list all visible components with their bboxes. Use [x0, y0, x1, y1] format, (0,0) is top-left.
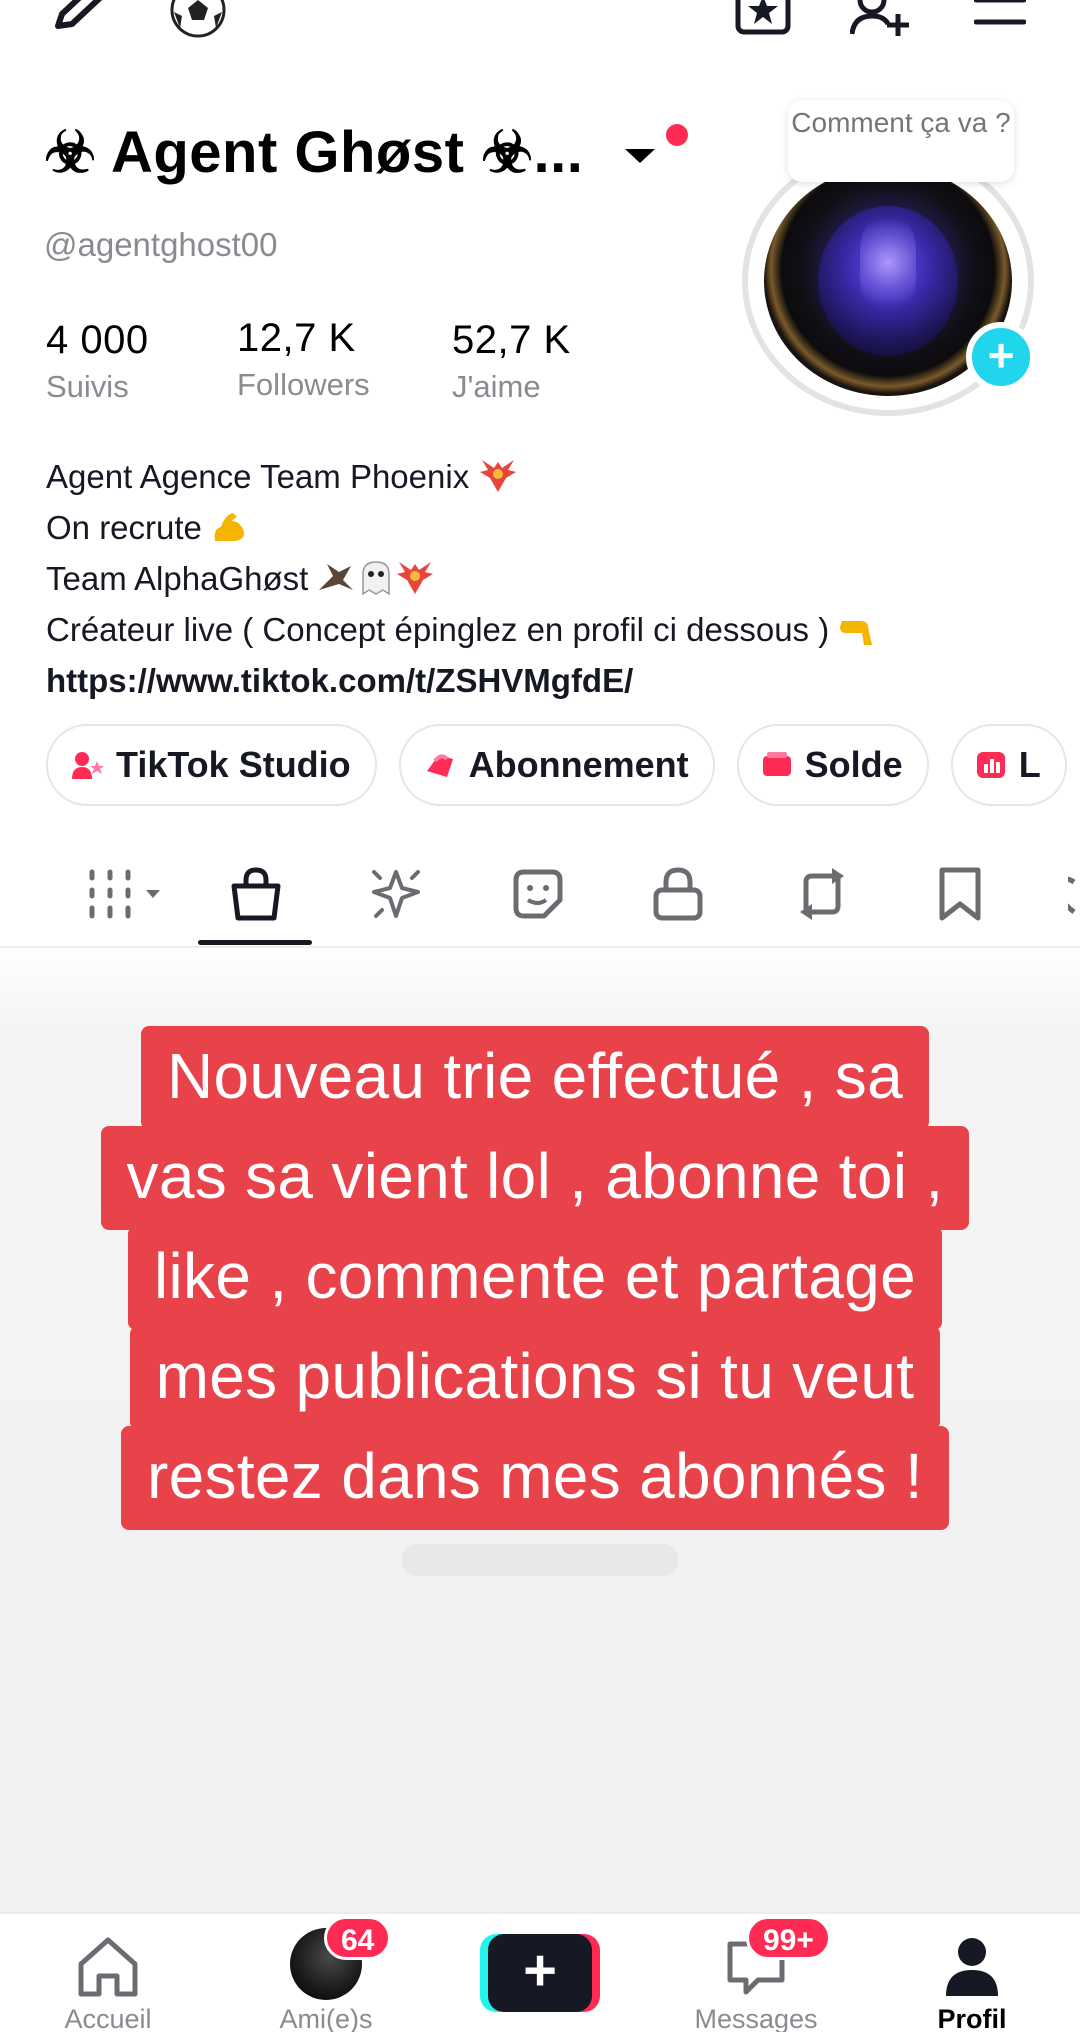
bio-link[interactable]: https://www.tiktok.com/t/ZSHVMgfdE/ — [46, 658, 878, 703]
phoenix-icon — [478, 458, 518, 505]
create-button[interactable]: + — [480, 1934, 600, 2012]
nav-profile-label: Profil — [937, 2004, 1007, 2032]
subscription-icon — [423, 749, 457, 781]
username: @agentghost00 — [44, 226, 278, 263]
overlay-line: mes publications si tu veut — [129, 1326, 941, 1430]
heart-icon — [1068, 866, 1080, 926]
nav-home-label: Accueil — [64, 2004, 152, 2032]
overlay-line: Nouveau trie effectué , sa — [141, 1026, 929, 1130]
stat-following-value: 4 000 — [46, 318, 149, 362]
shop-bag-icon — [228, 866, 284, 927]
lock-icon — [652, 866, 704, 927]
bio-line-text: On recrute — [46, 509, 202, 546]
plus-icon: + — [488, 1934, 592, 2012]
content-tabs — [0, 846, 1080, 948]
bookmark-icon — [936, 866, 984, 927]
stat-likes-value: 52,7 K — [452, 318, 571, 362]
shortcut-chips: TikTok Studio Abonnement Solde L — [46, 724, 1067, 806]
overlay-line: vas sa vient lol , abonne toi , — [100, 1126, 970, 1230]
sparkle-icon — [366, 866, 426, 927]
bio-line: On recrute — [46, 505, 878, 556]
pointing-down-icon — [838, 611, 878, 658]
home-icon — [75, 1936, 141, 2003]
bio-line-text: Agent Agence Team Phoenix — [46, 458, 470, 495]
tab-private[interactable] — [642, 866, 714, 926]
stat-following-label: Suivis — [46, 369, 129, 404]
stat-following[interactable]: 4 000 Suivis — [46, 318, 149, 405]
display-name: ☣ Agent Ghøst ☣... — [44, 120, 584, 185]
top-bar — [0, 0, 1080, 56]
studio-icon — [70, 749, 104, 781]
profile-avatar[interactable]: + — [742, 146, 1036, 416]
chip-label: Abonnement — [468, 744, 689, 785]
chip-label: L — [1018, 744, 1041, 785]
nav-profile[interactable]: Profil — [892, 1914, 1052, 2032]
tab-saved[interactable] — [928, 866, 992, 926]
chip-tiktok-studio[interactable]: TikTok Studio — [46, 724, 377, 806]
messages-badge: 99+ — [746, 1916, 831, 1960]
add-story-plus-icon[interactable]: + — [966, 322, 1036, 392]
phoenix-icon — [395, 560, 435, 607]
ghost-icon — [357, 560, 395, 607]
status-tooltip[interactable]: Comment ça va ? — [788, 100, 1014, 182]
tab-sparkle[interactable] — [358, 866, 434, 926]
overlay-line: restez dans mes abonnés ! — [121, 1426, 949, 1530]
chip-subscription[interactable]: Abonnement — [398, 724, 715, 806]
overlay-caption: Nouveau trie effectué , sa vas sa vient … — [30, 1026, 1040, 1530]
overlay-line: like , commente et partage — [128, 1226, 942, 1330]
stat-followers-value: 12,7 K — [237, 316, 356, 360]
tab-reposts[interactable] — [784, 866, 860, 926]
avatar-figure — [860, 214, 916, 310]
menu-icon[interactable] — [974, 0, 1026, 32]
chip-balance[interactable]: Solde — [736, 724, 929, 806]
stat-likes[interactable]: 52,7 K J'aime — [452, 318, 571, 405]
edit-pencil-icon[interactable] — [52, 0, 112, 36]
wallet-icon — [761, 750, 793, 780]
bio-line: Team AlphaGhøst — [46, 556, 878, 607]
stat-followers-label: Followers — [237, 367, 370, 402]
bio-line: Créateur live ( Concept épinglez en prof… — [46, 607, 878, 658]
sticker-icon — [510, 866, 566, 927]
nav-home[interactable]: Accueil — [28, 1914, 188, 2032]
profile-icon — [944, 1936, 1000, 2003]
bio-line-text: Team AlphaGhøst — [46, 560, 309, 597]
eagle-icon — [317, 560, 357, 607]
flexed-biceps-icon — [211, 509, 249, 556]
stat-likes-label: J'aime — [452, 369, 541, 404]
nav-friends[interactable]: Ami(e)s 64 — [246, 1914, 406, 2032]
tab-shop[interactable] — [218, 866, 294, 926]
chart-icon — [975, 750, 1007, 780]
chip-label: TikTok Studio — [116, 744, 351, 785]
notification-dot — [666, 124, 688, 146]
bio: Agent Agence Team Phoenix On recrute Tea… — [46, 454, 878, 703]
bottom-navigation: Accueil Ami(e)s 64 + Messages 99+ Profil — [0, 1912, 1080, 2032]
chevron-down-icon[interactable] — [625, 149, 656, 163]
chip-analytics[interactable]: L — [950, 724, 1067, 806]
tab-grid[interactable] — [86, 866, 166, 926]
nav-friends-label: Ami(e)s — [279, 2004, 373, 2032]
display-name-row[interactable]: ☣ Agent Ghøst ☣... — [44, 118, 656, 186]
stat-followers[interactable]: 12,7 K Followers — [237, 316, 370, 403]
star-badge-icon[interactable] — [734, 0, 792, 36]
grid-icon — [86, 866, 166, 927]
tab-more[interactable] — [1068, 866, 1080, 926]
drag-handle[interactable] — [402, 1544, 678, 1576]
tab-sticker[interactable] — [500, 866, 576, 926]
nav-messages[interactable]: Messages 99+ — [676, 1914, 836, 2032]
friends-badge: 64 — [324, 1916, 392, 1960]
active-tab-indicator — [198, 940, 312, 945]
add-friend-icon[interactable] — [850, 0, 912, 38]
bio-line: Agent Agence Team Phoenix — [46, 454, 878, 505]
bio-line-text: Créateur live ( Concept épinglez en prof… — [46, 611, 830, 648]
repost-icon — [792, 866, 852, 927]
chip-label: Solde — [804, 744, 903, 785]
soccer-ball-icon[interactable] — [168, 0, 228, 40]
nav-messages-label: Messages — [694, 2004, 818, 2032]
